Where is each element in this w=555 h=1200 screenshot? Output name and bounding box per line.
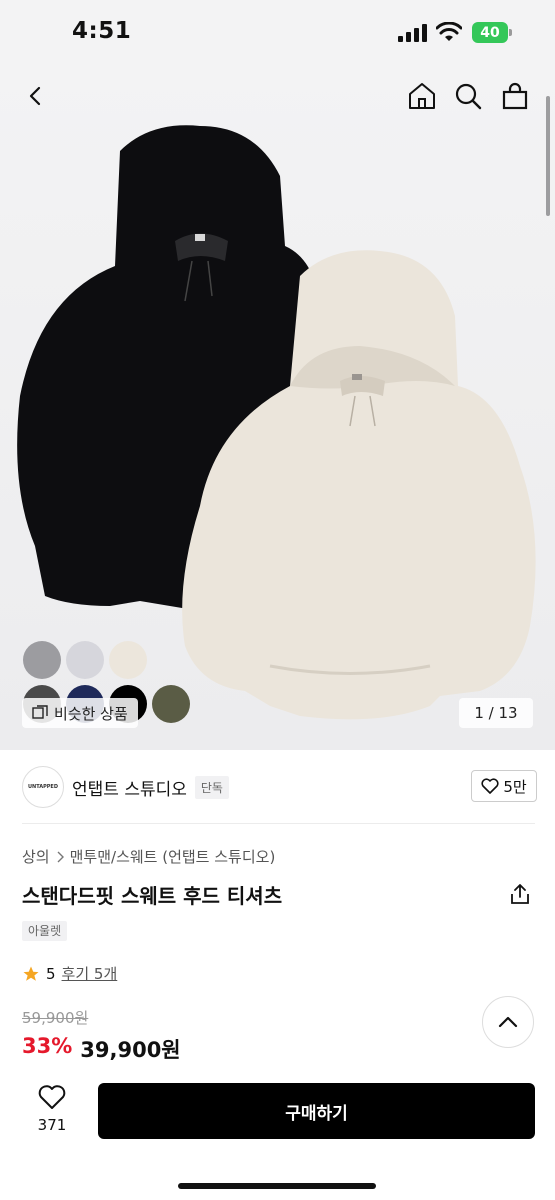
- similar-products-label: 비슷한 상품: [54, 704, 128, 723]
- product-title: 스탠다드핏 스웨트 후드 티셔츠: [22, 884, 283, 908]
- brand-logo[interactable]: UNTAPPED: [22, 766, 64, 808]
- scrollbar[interactable]: [546, 96, 550, 216]
- heart-icon: [38, 1085, 66, 1109]
- breadcrumb-subcategory[interactable]: 맨투맨/스웨트 (언탭트 스튜디오): [70, 846, 276, 867]
- chevron-up-icon: [498, 1016, 518, 1028]
- scroll-top-button[interactable]: [482, 996, 534, 1048]
- status-time: 4:51: [72, 18, 132, 44]
- brand-like-button[interactable]: 5만: [471, 770, 537, 802]
- brand-logo-text: UNTAPPED: [27, 784, 59, 790]
- similar-icon: [32, 705, 48, 719]
- cart-button[interactable]: [497, 78, 533, 114]
- brand-name: 언탭트 스튜디오: [72, 780, 187, 800]
- breadcrumb-category[interactable]: 상의: [22, 846, 50, 867]
- battery-icon: 40: [472, 22, 508, 43]
- wishlist-count: 371: [37, 1116, 67, 1134]
- sale-price: 39,900원: [80, 1038, 181, 1062]
- review-count-link[interactable]: 후기 5개: [62, 963, 118, 984]
- signal-icon: [398, 24, 428, 42]
- swatch-1[interactable]: [23, 641, 61, 679]
- brand-name-row[interactable]: 언탭트 스튜디오 단독: [72, 775, 229, 800]
- chevron-left-icon: [29, 86, 41, 106]
- divider: [22, 823, 535, 824]
- breadcrumb: 상의 맨투맨/스웨트 (언탭트 스튜디오): [22, 846, 275, 867]
- swatch-7[interactable]: [152, 685, 190, 723]
- brand-like-count: 5만: [503, 777, 527, 796]
- wishlist-button[interactable]: 371: [30, 1084, 74, 1134]
- back-button[interactable]: [18, 78, 54, 114]
- outlet-tag: 아울렛: [22, 921, 68, 941]
- home-button[interactable]: [404, 78, 440, 114]
- buy-button[interactable]: 구매하기: [98, 1083, 535, 1139]
- shopping-bag-icon: [502, 82, 528, 110]
- home-indicator: [178, 1183, 376, 1189]
- search-button[interactable]: [450, 78, 486, 114]
- search-icon: [455, 83, 482, 110]
- image-counter: 1 / 13: [459, 698, 533, 728]
- swatch-3[interactable]: [109, 641, 147, 679]
- rating-value: 5: [46, 964, 56, 983]
- swatch-2[interactable]: [66, 641, 104, 679]
- product-gallery[interactable]: 비슷한 상품 1 / 13: [0, 66, 555, 750]
- original-price: 59,900원: [22, 1009, 89, 1027]
- exclusive-badge: 단독: [194, 776, 229, 799]
- star-icon: [23, 966, 39, 981]
- price-row: 33% 39,900원: [22, 1034, 181, 1064]
- home-icon: [409, 83, 435, 109]
- heart-icon: [481, 778, 499, 794]
- battery-tip: [509, 29, 512, 36]
- discount-rate: 33%: [22, 1034, 73, 1058]
- wifi-icon: [436, 22, 462, 41]
- rating-row[interactable]: 5 후기 5개: [22, 963, 117, 984]
- chevron-right-icon: [57, 851, 64, 862]
- share-icon[interactable]: [508, 882, 532, 906]
- similar-products-button[interactable]: 비슷한 상품: [22, 698, 138, 728]
